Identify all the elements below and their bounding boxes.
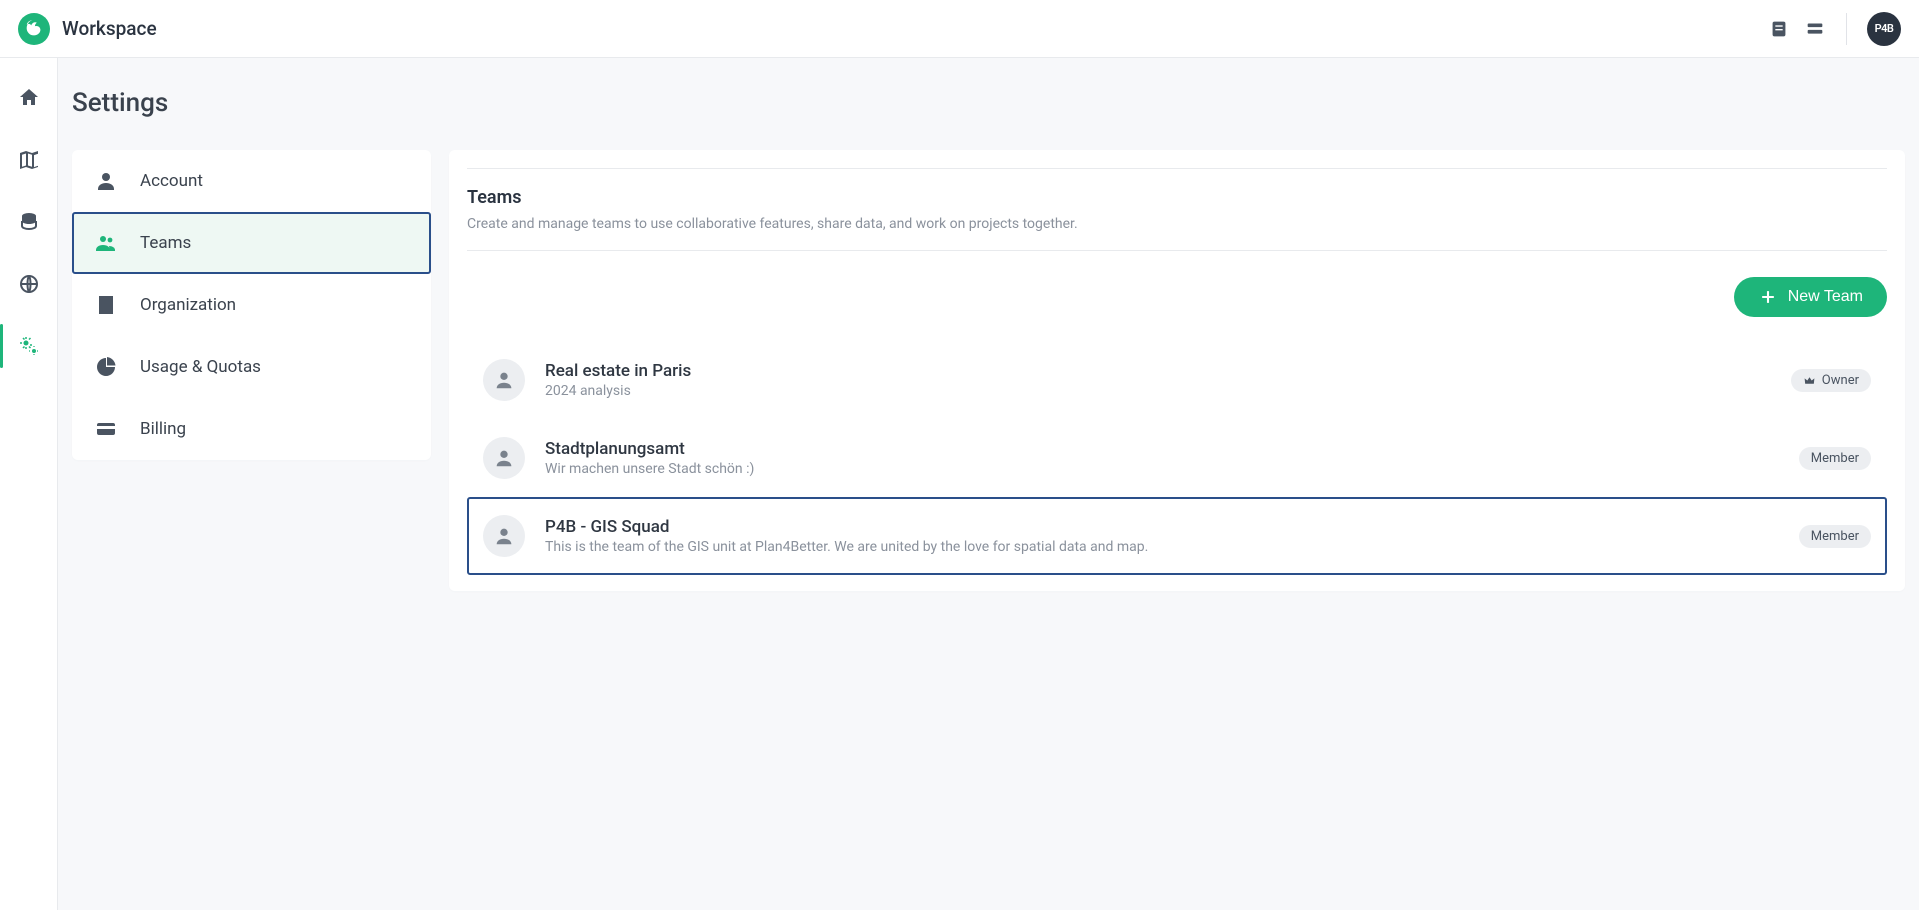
main-content: Settings Account Teams <box>58 58 1919 910</box>
sidemenu-teams[interactable]: Teams <box>72 212 431 274</box>
nav-data[interactable] <box>11 204 47 240</box>
sidemenu-label: Teams <box>140 233 191 253</box>
app-logo-icon <box>18 13 50 45</box>
nav-settings[interactable] <box>11 328 47 364</box>
plus-icon <box>1758 287 1778 307</box>
sidemenu-billing[interactable]: Billing <box>72 398 431 460</box>
team-description: 2024 analysis <box>545 383 1771 399</box>
team-row[interactable]: Real estate in Paris 2024 analysis Owner <box>467 341 1887 419</box>
teams-card: Teams Create and manage teams to use col… <box>449 150 1905 591</box>
team-description: This is the team of the GIS unit at Plan… <box>545 539 1779 555</box>
docs-icon[interactable] <box>1768 18 1790 40</box>
nav-globe[interactable] <box>11 266 47 302</box>
sidemenu-label: Billing <box>140 419 186 439</box>
sidemenu-label: Account <box>140 171 203 191</box>
user-avatar[interactable]: P4B <box>1867 12 1901 46</box>
role-badge-member: Member <box>1799 525 1871 548</box>
sidemenu-organization[interactable]: Organization <box>72 274 431 336</box>
page-title: Settings <box>72 88 1905 118</box>
person-icon <box>94 169 118 193</box>
team-name: Real estate in Paris <box>545 361 1771 381</box>
role-badge-member: Member <box>1799 447 1871 470</box>
topbar: Workspace P4B <box>0 0 1919 58</box>
workspace-title: Workspace <box>62 17 157 40</box>
team-name: P4B - GIS Squad <box>545 517 1779 537</box>
list-icon[interactable] <box>1804 18 1826 40</box>
building-icon <box>94 293 118 317</box>
section-title: Teams <box>467 187 1887 208</box>
sidemenu-account[interactable]: Account <box>72 150 431 212</box>
new-team-button[interactable]: New Team <box>1734 277 1887 317</box>
person-icon <box>483 437 525 479</box>
topbar-right: P4B <box>1768 12 1901 46</box>
new-team-label: New Team <box>1788 288 1863 306</box>
nav-rail <box>0 58 58 910</box>
team-list: Real estate in Paris 2024 analysis Owner <box>467 341 1887 575</box>
nav-map[interactable] <box>11 142 47 178</box>
team-name: Stadtplanungsamt <box>545 439 1779 459</box>
crown-icon <box>1803 374 1816 387</box>
person-icon <box>483 359 525 401</box>
section-description: Create and manage teams to use collabora… <box>467 216 1887 232</box>
nav-home[interactable] <box>11 80 47 116</box>
logo-block[interactable]: Workspace <box>18 13 157 45</box>
settings-menu: Account Teams Organization <box>72 150 431 460</box>
team-row[interactable]: P4B - GIS Squad This is the team of the … <box>467 497 1887 575</box>
sidemenu-label: Organization <box>140 295 236 315</box>
avatar-text: P4B <box>1875 22 1894 35</box>
person-icon <box>483 515 525 557</box>
section-header: Teams Create and manage teams to use col… <box>467 169 1887 251</box>
team-description: Wir machen unsere Stadt schön :) <box>545 461 1779 477</box>
people-icon <box>94 231 118 255</box>
team-row[interactable]: Stadtplanungsamt Wir machen unsere Stadt… <box>467 419 1887 497</box>
sidemenu-label: Usage & Quotas <box>140 357 261 377</box>
sidemenu-usage[interactable]: Usage & Quotas <box>72 336 431 398</box>
role-badge-owner: Owner <box>1791 369 1871 392</box>
credit-card-icon <box>94 417 118 441</box>
pie-chart-icon <box>94 355 118 379</box>
divider <box>1846 13 1847 45</box>
